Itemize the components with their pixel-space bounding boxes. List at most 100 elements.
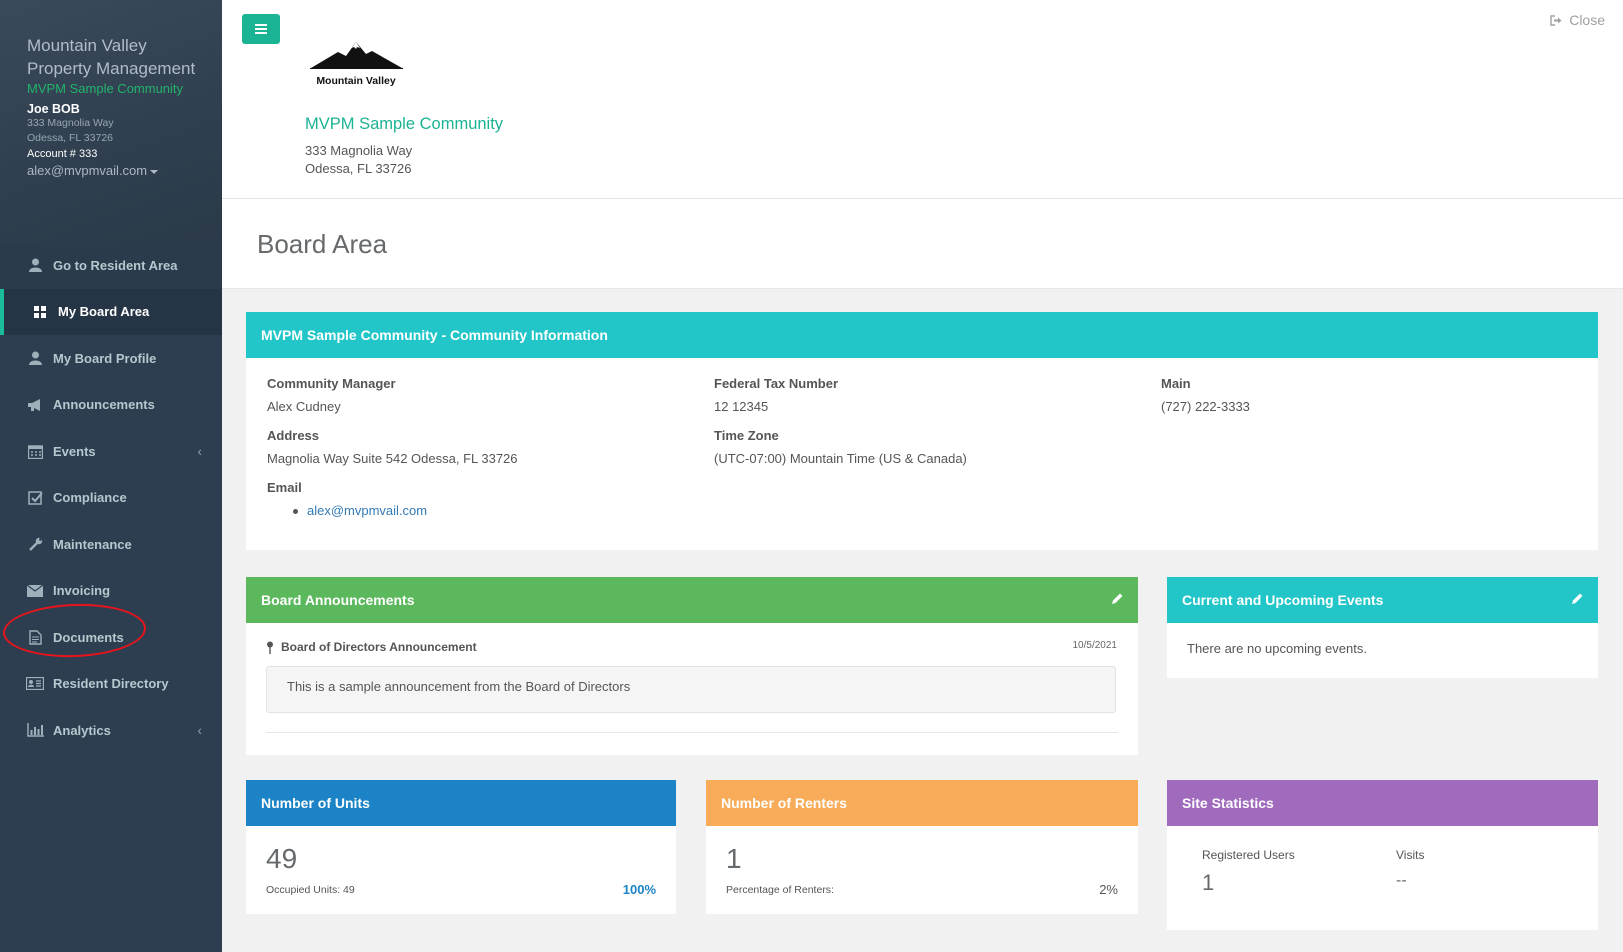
page-header: Board Area xyxy=(222,199,1623,289)
address-value: Magnolia Way Suite 542 Odessa, FL 33726 xyxy=(267,451,518,466)
sidebar-item-compliance[interactable]: Compliance xyxy=(0,474,222,521)
sidebar-item-announcements[interactable]: Announcements xyxy=(0,381,222,428)
timezone-value: (UTC-07:00) Mountain Time (US & Canada) xyxy=(714,451,967,466)
main-phone-value: (727) 222-3333 xyxy=(1161,399,1250,414)
sidebar: Mountain Valley Property Management MVPM… xyxy=(0,0,222,952)
sidebar-item-board-profile[interactable]: My Board Profile xyxy=(0,335,222,382)
edit-pencil-icon[interactable] xyxy=(1571,592,1584,608)
header-community-name: MVPM Sample Community xyxy=(305,115,504,133)
tax-label: Federal Tax Number xyxy=(714,376,839,391)
sidebar-item-label: Maintenance xyxy=(53,536,132,552)
user-name: Joe BOB xyxy=(27,102,80,116)
tax-value: 12 12345 xyxy=(714,399,769,414)
close-label: Close xyxy=(1569,12,1605,28)
pushpin-icon xyxy=(266,641,274,659)
edit-pencil-icon[interactable] xyxy=(1111,592,1124,608)
community-info-panel: MVPM Sample Community - Community Inform… xyxy=(246,312,1598,550)
renters-panel: Number of Renters 1 Percentage of Renter… xyxy=(706,780,1138,914)
brand-title: Mountain Valley Property Management xyxy=(27,36,196,78)
sidebar-item-label: My Board Area xyxy=(58,304,150,320)
renters-count: 1 xyxy=(726,843,742,874)
panel-title: Site Statistics xyxy=(1182,795,1274,811)
user-email-dropdown[interactable]: alex@mvpmvail.com xyxy=(27,162,222,179)
occupied-percent: 100% xyxy=(622,882,656,897)
registered-users-label: Registered Users xyxy=(1202,848,1295,862)
user-icon xyxy=(26,350,44,366)
page-title: Board Area xyxy=(257,229,388,259)
panel-title: MVPM Sample Community - Community Inform… xyxy=(261,327,608,343)
hamburger-icon xyxy=(255,24,267,34)
menu-toggle-button[interactable] xyxy=(242,14,280,44)
id-card-icon xyxy=(26,676,44,692)
envelope-icon xyxy=(26,583,44,599)
announcement-title[interactable]: Board of Directors Announcement xyxy=(281,640,477,654)
top-header: Close Mountain Valley MVPM Sample Commun… xyxy=(222,0,1623,199)
no-events-text: There are no upcoming events. xyxy=(1187,641,1367,656)
site-statistics-panel: Site Statistics Registered Users 1 Visit… xyxy=(1167,780,1598,930)
timezone-label: Time Zone xyxy=(714,428,779,443)
sidebar-item-label: My Board Profile xyxy=(53,350,157,366)
manager-value: Alex Cudney xyxy=(267,399,341,414)
sidebar-item-label: Compliance xyxy=(53,490,127,506)
visits-label: Visits xyxy=(1396,848,1425,862)
logo-text: Mountain Valley xyxy=(316,75,396,87)
panel-title: Number of Units xyxy=(261,795,370,811)
chevron-left-icon: ‹ xyxy=(197,443,202,460)
manager-label: Community Manager xyxy=(267,376,396,391)
header-address-line1: 333 Magnolia Way xyxy=(305,143,413,158)
company-logo: Mountain Valley xyxy=(308,40,404,87)
mountain-logo-icon xyxy=(310,42,403,69)
announcement-date: 10/5/2021 xyxy=(1072,640,1118,651)
sidebar-item-events[interactable]: Events ‹ xyxy=(0,428,222,475)
megaphone-icon xyxy=(26,397,44,413)
announcements-header: Board Announcements xyxy=(246,577,1138,623)
sidebar-item-resident-directory[interactable]: Resident Directory xyxy=(0,660,222,707)
list-bullet xyxy=(293,509,298,514)
sidebar-item-maintenance[interactable]: Maintenance xyxy=(0,521,222,568)
statistics-header: Site Statistics xyxy=(1167,780,1598,826)
announcement-body: This is a sample announcement from the B… xyxy=(266,666,1116,713)
user-address-line1: 333 Magnolia Way xyxy=(27,117,114,129)
occupied-units-label: Occupied Units: 49 xyxy=(266,884,355,896)
sidebar-item-board-area[interactable]: My Board Area xyxy=(0,288,222,335)
account-number: Account # 333 xyxy=(27,148,98,160)
close-link[interactable]: Close xyxy=(1550,12,1605,28)
visits-value: -- xyxy=(1396,872,1407,889)
sidebar-item-resident-area[interactable]: Go to Resident Area xyxy=(0,242,222,289)
caret-down-icon xyxy=(150,169,159,174)
units-count: 49 xyxy=(266,843,298,874)
calendar-icon xyxy=(26,443,44,459)
events-panel: Current and Upcoming Events There are no… xyxy=(1167,577,1598,678)
renters-header: Number of Renters xyxy=(706,780,1138,826)
bar-chart-icon xyxy=(26,722,44,738)
main-phone-label: Main xyxy=(1161,376,1191,391)
divider xyxy=(266,732,1118,733)
sidebar-item-analytics[interactable]: Analytics ‹ xyxy=(0,707,222,754)
sign-out-icon xyxy=(1550,15,1562,26)
user-icon xyxy=(26,257,44,273)
units-panel: Number of Units 49 Occupied Units: 49 10… xyxy=(246,780,676,914)
panel-title: Current and Upcoming Events xyxy=(1182,592,1384,608)
email-label: Email xyxy=(267,480,302,495)
sidebar-item-label: Analytics xyxy=(53,722,111,738)
email-link[interactable]: alex@mvpmvail.com xyxy=(307,503,427,518)
sidebar-item-label: Invoicing xyxy=(53,583,111,599)
renters-percent-label: Percentage of Renters: xyxy=(726,884,834,896)
community-info-header: MVPM Sample Community - Community Inform… xyxy=(246,312,1598,358)
panel-title: Board Announcements xyxy=(261,592,415,608)
checkbox-icon xyxy=(26,490,44,506)
grid-icon xyxy=(31,304,49,320)
chevron-left-icon: ‹ xyxy=(197,722,202,739)
brand-community: MVPM Sample Community xyxy=(27,81,184,96)
units-header: Number of Units xyxy=(246,780,676,826)
sidebar-brand: Mountain Valley Property Management MVPM… xyxy=(0,0,222,242)
sidebar-item-label: Resident Directory xyxy=(53,676,169,692)
address-label: Address xyxy=(267,428,320,443)
sidebar-nav: Go to Resident Area My Board Area My Boa… xyxy=(0,242,222,754)
user-email: alex@mvpmvail.com xyxy=(27,163,148,178)
panel-title: Number of Renters xyxy=(721,795,848,811)
sidebar-item-label: Events xyxy=(53,443,96,459)
board-announcements-panel: Board Announcements Board of Directors A… xyxy=(246,577,1138,755)
registered-users-value: 1 xyxy=(1202,870,1215,895)
renters-percent: 2% xyxy=(1099,882,1118,897)
